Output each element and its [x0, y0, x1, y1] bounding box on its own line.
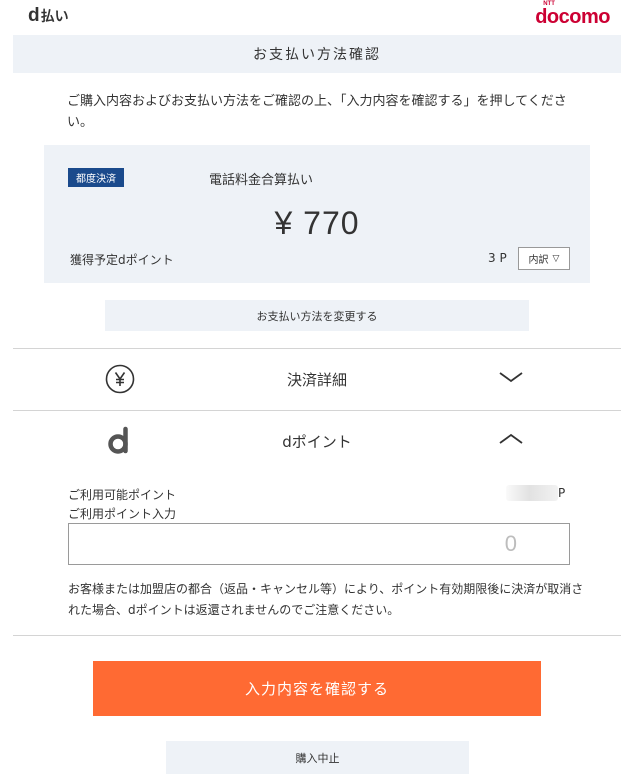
- payment-type-badge: 都度決済: [68, 168, 124, 187]
- payment-detail-label: 決済詳細: [286, 371, 347, 389]
- divider: [13, 635, 621, 636]
- available-points-unit: P: [558, 486, 566, 500]
- change-payment-method-button[interactable]: お支払い方法を変更する: [105, 300, 529, 331]
- top-bar: d 払い NTT docomo: [0, 0, 640, 34]
- chevron-down-icon: [499, 372, 523, 383]
- docomo-logo: NTT docomo: [535, 1, 610, 28]
- page-title: お支払い方法確認: [13, 35, 621, 73]
- use-points-label: ご利用ポイント入力: [68, 507, 177, 521]
- dpoint-label: dポイント: [282, 433, 352, 451]
- payment-amount: ¥ 770: [274, 205, 360, 241]
- payment-method-name: 電話料金合算払い: [209, 173, 314, 188]
- dpoint-accordion[interactable]: dポイント: [13, 411, 621, 471]
- intro-text: ご購入内容およびお支払い方法をご確認の上、「入力内容を確認する」を押してください…: [67, 94, 567, 130]
- points-notice: お客様または加盟店の都合（返品・キャンセル等）により、ポイント有効期限後に決済が…: [68, 582, 584, 617]
- use-points-input[interactable]: [68, 523, 570, 565]
- available-points-value-blurred: [506, 485, 558, 501]
- dpay-logo: d 払い: [28, 5, 69, 26]
- earned-points-label: 獲得予定dポイント: [70, 253, 174, 267]
- breakdown-label: 内訳: [528, 255, 549, 266]
- cancel-purchase-button[interactable]: 購入中止: [166, 741, 469, 774]
- triangle-down-icon: ▽: [552, 253, 560, 264]
- payment-summary: 都度決済 電話料金合算払い ¥ 770 獲得予定dポイント 3 P 内訳 ▽: [44, 145, 590, 283]
- confirm-input-button[interactable]: 入力内容を確認する: [93, 661, 541, 716]
- earned-points-value: 3 P: [488, 251, 507, 265]
- chevron-up-icon: [499, 433, 523, 444]
- available-points-label: ご利用可能ポイント: [68, 488, 177, 502]
- payment-detail-accordion[interactable]: 決済詳細: [13, 349, 621, 409]
- breakdown-button[interactable]: 内訳 ▽: [518, 247, 570, 270]
